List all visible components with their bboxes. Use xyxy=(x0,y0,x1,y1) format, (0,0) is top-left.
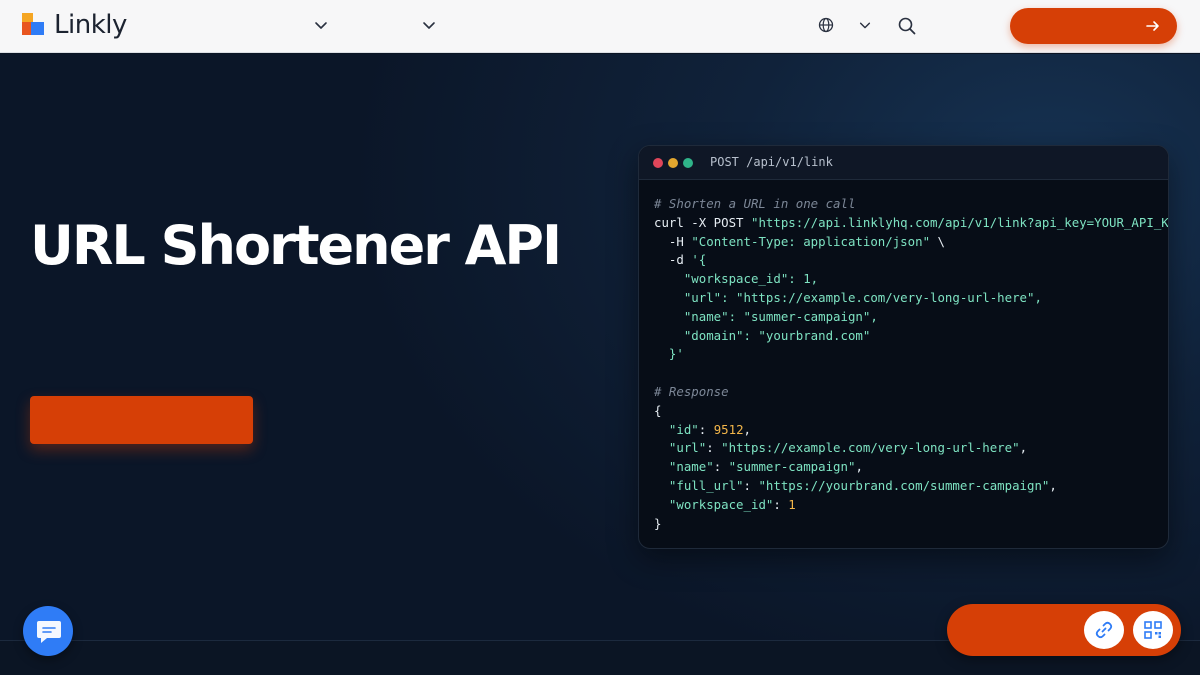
quick-create-bar xyxy=(947,604,1181,656)
code-token: 1 xyxy=(788,496,796,512)
code-window-titlebar: POST /api/v1/link xyxy=(639,146,1168,180)
code-token: } xyxy=(654,515,662,531)
code-token: : xyxy=(706,440,722,456)
logo-mark-icon xyxy=(22,13,46,37)
logo[interactable]: Linkly xyxy=(22,10,127,40)
code-token: "name" xyxy=(668,459,714,475)
code-token: 9512 xyxy=(713,421,744,437)
chat-bubble-icon xyxy=(37,621,61,643)
code-token: : xyxy=(713,459,729,475)
code-token: "full_url" xyxy=(668,477,744,493)
code-line: "name": "summer-campaign", xyxy=(654,458,1168,477)
window-minimize-dot xyxy=(668,158,678,168)
qr-code-icon xyxy=(1144,621,1162,639)
search-icon[interactable] xyxy=(897,16,917,36)
hero-title: URL Shortener API xyxy=(30,214,562,277)
qr-code-button[interactable] xyxy=(1133,611,1173,649)
code-example-window: POST /api/v1/link # Shorten a URL in one… xyxy=(638,145,1169,549)
code-token: # Shorten a URL in one call xyxy=(654,196,856,211)
brand-name: Linkly xyxy=(54,10,127,40)
code-token: "id" xyxy=(668,421,699,437)
language-chevron-down-icon[interactable] xyxy=(858,18,872,32)
code-line: "name": "summer-campaign", xyxy=(654,308,1168,327)
code-token: -H xyxy=(654,233,692,249)
code-token: : xyxy=(743,477,759,493)
code-token: , xyxy=(743,421,751,437)
code-line: curl -X POST "https://api.linklyhq.com/a… xyxy=(654,214,1168,233)
code-token: , xyxy=(1019,440,1028,456)
code-line: "url": "https://example.com/very-long-ur… xyxy=(654,439,1168,458)
code-line: -d '{ xyxy=(654,251,1168,270)
globe-icon[interactable] xyxy=(817,16,835,34)
hero-cta-button[interactable] xyxy=(30,396,253,444)
code-line: "full_url": "https://yourbrand.com/summe… xyxy=(654,477,1168,496)
code-token: "https://yourbrand.com/summer-campaign" xyxy=(758,477,1050,493)
code-token: { xyxy=(654,402,662,418)
code-token: , xyxy=(855,459,863,475)
code-token: "https://api.linklyhq.com/api/v1/link?ap… xyxy=(750,214,1169,230)
code-line: "url": "https://example.com/very-long-ur… xyxy=(654,289,1168,308)
code-line: "workspace_id": 1, xyxy=(654,270,1168,289)
code-line: "domain": "yourbrand.com" xyxy=(654,327,1168,346)
code-block: # Shorten a URL in one call curl -X POST … xyxy=(654,195,1168,533)
code-line: -H "Content-Type: application/json" \ xyxy=(654,233,1168,252)
chat-widget-button[interactable] xyxy=(23,606,73,656)
code-window-title: POST /api/v1/link xyxy=(710,155,833,169)
code-token: : xyxy=(698,421,714,437)
code-line: "id": 9512, xyxy=(654,421,1168,440)
code-line: }' xyxy=(654,345,1168,364)
code-token: "workspace_id": 1, xyxy=(654,271,819,287)
code-token: # Response xyxy=(654,383,729,399)
code-token: "url": "https://example.com/very-long-ur… xyxy=(654,289,1042,305)
code-line: # Response xyxy=(654,383,1168,402)
code-line: { xyxy=(654,402,1168,421)
code-token: \ xyxy=(930,233,945,249)
window-maximize-dot xyxy=(683,158,693,168)
code-token: -d xyxy=(654,252,692,268)
code-token: : xyxy=(773,496,789,512)
chevron-down-icon[interactable] xyxy=(313,17,329,33)
top-navbar: Linkly xyxy=(0,0,1200,53)
code-token: curl -X POST xyxy=(654,214,751,230)
shorten-link-button[interactable] xyxy=(1084,611,1124,649)
header-cta-button[interactable] xyxy=(1010,8,1177,44)
code-line: # Shorten a URL in one call xyxy=(654,195,1168,214)
code-token: "https://example.com/very-long-url-here" xyxy=(721,440,1020,456)
code-token: "domain": "yourbrand.com" xyxy=(654,327,871,343)
arrow-right-icon xyxy=(1146,21,1159,31)
code-token: "url" xyxy=(668,440,707,456)
chevron-down-icon[interactable] xyxy=(421,17,437,33)
code-line: } xyxy=(654,515,1168,534)
code-line: "workspace_id": 1 xyxy=(654,496,1168,515)
code-token: "workspace_id" xyxy=(668,496,774,512)
code-token: '{ xyxy=(691,252,707,268)
code-token: , xyxy=(1049,477,1057,493)
code-token: }' xyxy=(654,346,684,362)
window-close-dot xyxy=(653,158,663,168)
code-token: "name": "summer-campaign", xyxy=(654,308,878,324)
code-token: "Content-Type: application/json" xyxy=(691,233,931,249)
code-token: "summer-campaign" xyxy=(728,459,856,475)
link-icon xyxy=(1095,621,1113,639)
